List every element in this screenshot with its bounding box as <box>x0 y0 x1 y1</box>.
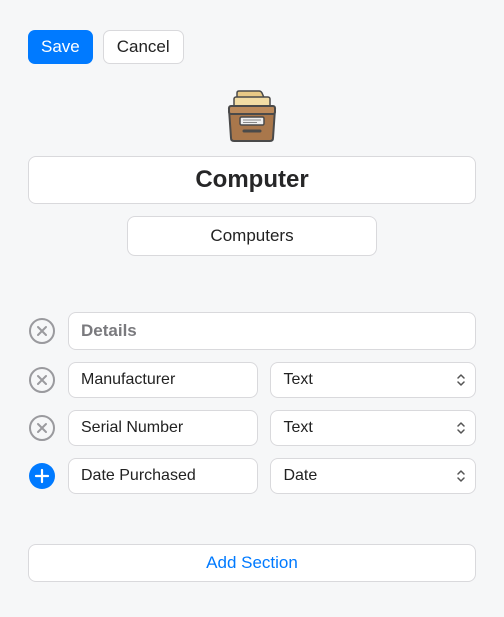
x-circle-icon <box>28 366 56 394</box>
x-circle-icon <box>28 414 56 442</box>
field-type-select[interactable]: Text <box>270 362 476 398</box>
category-row: Computers <box>0 216 504 256</box>
field-label-input[interactable] <box>68 362 258 398</box>
toolbar: Save Cancel <box>0 0 504 64</box>
field-type-select[interactable]: Date <box>270 458 476 494</box>
add-field-button[interactable] <box>28 462 56 490</box>
field-type-select[interactable]: Text <box>270 410 476 446</box>
field-row: Date <box>28 458 476 494</box>
field-label-input[interactable] <box>68 458 258 494</box>
remove-field-button[interactable] <box>28 366 56 394</box>
save-button[interactable]: Save <box>28 30 93 64</box>
field-label-input[interactable] <box>68 410 258 446</box>
x-circle-icon <box>28 317 56 345</box>
field-row: Text <box>28 362 476 398</box>
cancel-button[interactable]: Cancel <box>103 30 184 64</box>
remove-field-button[interactable] <box>28 414 56 442</box>
section-name-input[interactable] <box>68 312 476 350</box>
title-row <box>0 156 504 204</box>
plus-circle-icon <box>28 462 56 490</box>
add-section-button[interactable]: Add Section <box>28 544 476 582</box>
fields-area: Text Text <box>0 312 504 494</box>
template-title-input[interactable] <box>28 156 476 204</box>
file-drawer-icon <box>0 80 504 150</box>
field-row: Text <box>28 410 476 446</box>
footer: Add Section <box>0 544 504 582</box>
section-header-row <box>28 312 476 350</box>
category-select[interactable]: Computers <box>127 216 377 256</box>
remove-section-button[interactable] <box>28 317 56 345</box>
